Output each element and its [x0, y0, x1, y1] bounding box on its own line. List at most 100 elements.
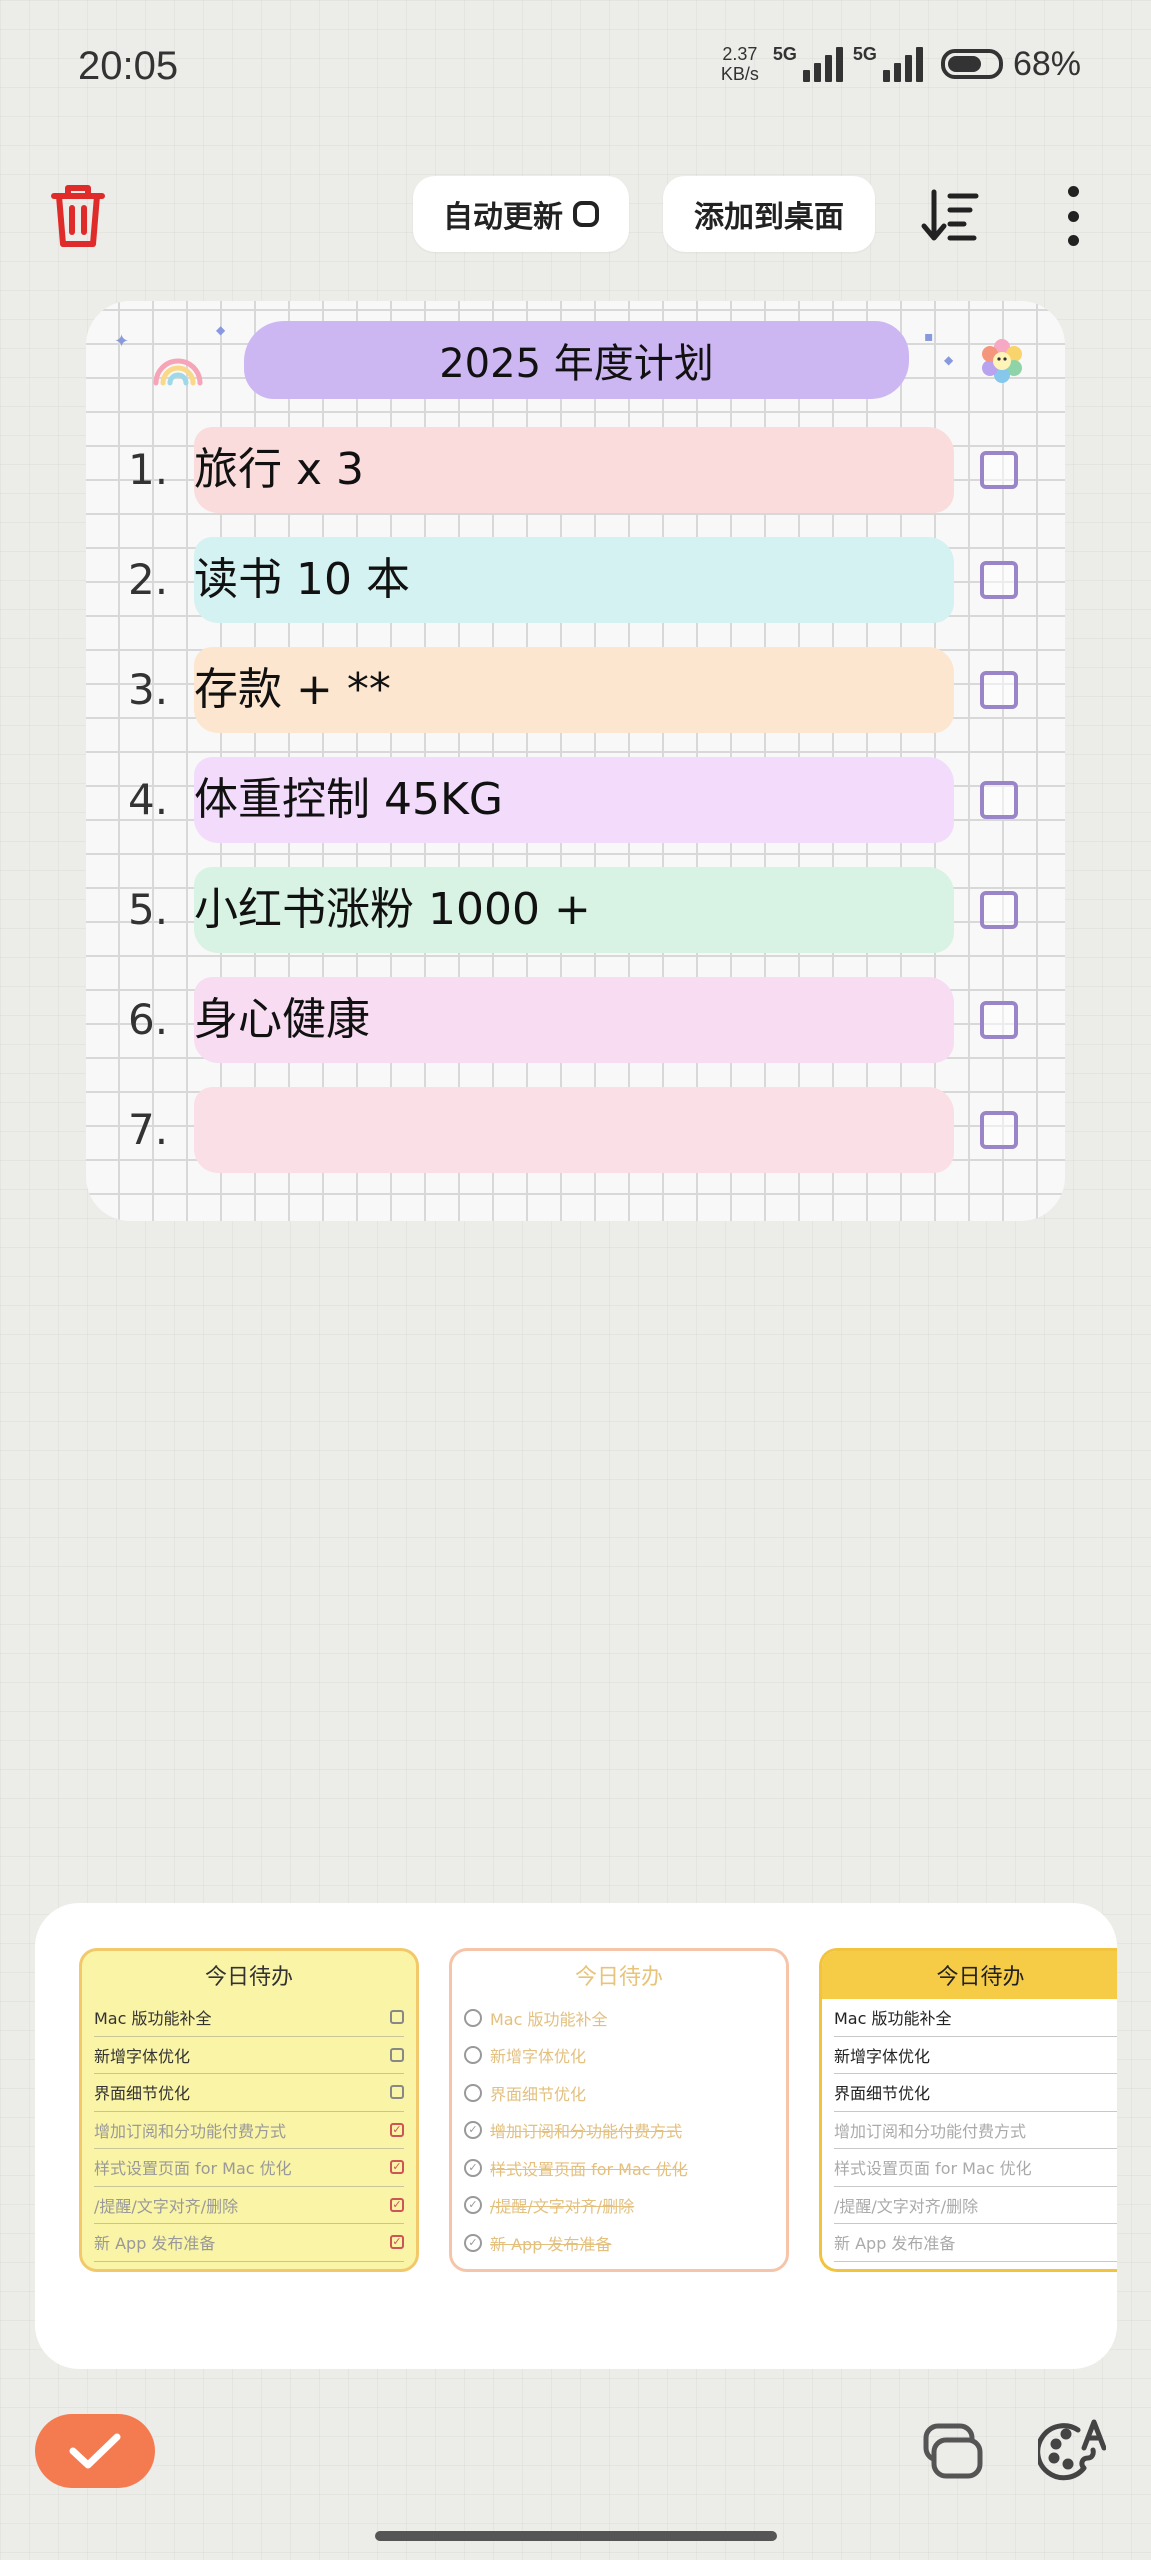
template-row: 新增字体优化 — [464, 2037, 774, 2075]
plan-item-checkbox[interactable] — [980, 891, 1018, 929]
home-indicator[interactable] — [375, 2531, 777, 2541]
template-row-text: Mac 版功能补全 — [94, 2009, 212, 2029]
template-row: 界面细节优化 — [834, 2074, 1117, 2112]
plan-item-text[interactable]: 体重控制 45KG — [194, 757, 503, 843]
template-row: ✓ 新 App 发布准备 — [464, 2224, 774, 2262]
plan-item-number: 2. — [128, 555, 169, 604]
sort-button[interactable] — [920, 186, 980, 246]
style-template-white[interactable]: 今日待办 Mac 版功能补全 新增字体优化 界面细节优化 ✓ 增加订阅和分功能付费方式 ✓… — [449, 1948, 789, 2272]
plan-item-checkbox[interactable] — [980, 781, 1018, 819]
template-row: 增加订阅和分功能付费方式 — [834, 2112, 1117, 2149]
style-template-yellow[interactable]: 今日待办 Mac 版功能补全 新增字体优化 界面细节优化 增加订阅和分功能付费方式 ✓ 样… — [79, 1948, 419, 2272]
delete-button[interactable] — [48, 180, 108, 252]
plan-item-checkbox[interactable] — [980, 561, 1018, 599]
plan-item[interactable]: 5. 小红书涨粉 1000 + — [86, 867, 1065, 953]
sparkle-icon: ◆ — [944, 353, 954, 367]
template-row: 新增字体优化 — [94, 2037, 404, 2074]
checked-box-icon: ✓ — [390, 2122, 404, 2137]
template-row: 界面细节优化 — [464, 2074, 774, 2112]
more-vertical-icon — [1067, 186, 1079, 197]
rainbow-icon — [153, 358, 203, 386]
sparkle-icon: ◆ — [216, 323, 226, 337]
checked-box-icon: ✓ — [390, 2160, 404, 2175]
template-row-text: 新 App 发布准备 — [94, 2234, 216, 2254]
template-row-text: 界面细节优化 — [490, 2084, 587, 2104]
checked-box-icon: ✓ — [390, 2197, 404, 2212]
signal-icon — [882, 46, 923, 82]
circle-icon — [464, 2046, 482, 2065]
plan-item-number: 7. — [128, 1105, 169, 1154]
network-type-2: 5G — [852, 44, 877, 64]
status-time: 20:05 — [78, 44, 179, 88]
style-template-gold-header[interactable]: 今日待办 Mac 版功能补全 新增字体优化 界面细节优化增加订阅和分功能付费方式样式… — [819, 1948, 1117, 2272]
template-row-text: 样式设置页面 for Mac 优化 — [490, 2159, 688, 2179]
plan-item-text[interactable]: 身心健康 — [194, 977, 370, 1063]
checked-circle-icon: ✓ — [464, 2196, 482, 2215]
plan-item-number: 1. — [128, 445, 169, 494]
template-row-text: 新增字体优化 — [834, 2046, 931, 2066]
plan-item-text[interactable]: 旅行 x 3 — [194, 427, 364, 513]
template-row-text: 样式设置页面 for Mac 优化 — [834, 2159, 1032, 2179]
template-row-text: /提醒/文字对齐/删除 — [834, 2196, 979, 2216]
template-row: Mac 版功能补全 — [94, 1999, 404, 2037]
plan-item-text[interactable]: 小红书涨粉 1000 + — [194, 867, 591, 953]
toolbar: 自动更新 添加到桌面 — [0, 172, 1151, 260]
plan-item-number: 5. — [128, 885, 169, 934]
plan-item[interactable]: 7. — [86, 1087, 1065, 1173]
plan-widget-card[interactable]: ✦ ◆ ▪ ◆ 2025 年度计划 1. 旅行 x 3 2. 读书 10 本 3. 存款 … — [86, 301, 1065, 1221]
checked-circle-icon: ✓ — [464, 2158, 482, 2177]
plan-item-checkbox[interactable] — [980, 1001, 1018, 1039]
battery-level-fill — [947, 56, 981, 72]
confirm-button[interactable] — [35, 2414, 155, 2488]
add-to-desktop-button[interactable]: 添加到桌面 — [663, 176, 875, 252]
network-speed-unit: KB/s — [720, 64, 759, 84]
battery-percent: 68% — [1012, 44, 1081, 83]
sparkle-icon: ▪ — [924, 329, 934, 345]
auto-update-toggle[interactable]: 自动更新 — [413, 176, 629, 252]
template-row: /提醒/文字对齐/删除 — [834, 2187, 1117, 2224]
palette-icon — [1035, 2419, 1107, 2481]
plan-item-text[interactable]: 存款 + ** — [194, 647, 391, 733]
template-row-text: Mac 版功能补全 — [834, 2009, 952, 2029]
template-row-text: 增加订阅和分功能付费方式 — [94, 2121, 287, 2141]
template-row: Mac 版功能补全 — [464, 1999, 774, 2037]
checked-circle-icon: ✓ — [464, 2233, 482, 2252]
template-row: 样式设置页面 for Mac 优化 ✓ — [94, 2149, 404, 2187]
plan-item[interactable]: 6. 身心健康 — [86, 977, 1065, 1063]
toggle-off-icon — [573, 201, 599, 227]
checked-box-icon: ✓ — [390, 2235, 404, 2250]
auto-update-label: 自动更新 — [443, 200, 563, 235]
plan-title: 2025 年度计划 — [439, 341, 714, 387]
plan-item-checkbox[interactable] — [980, 671, 1018, 709]
checkmark-icon — [69, 2433, 121, 2469]
template-title: 今日待办 — [822, 1951, 1117, 1999]
plan-item[interactable]: 1. 旅行 x 3 — [86, 427, 1065, 513]
template-row-text: 样式设置页面 for Mac 优化 — [94, 2159, 292, 2179]
template-row: 新 App 发布准备 ✓ — [94, 2224, 404, 2262]
network-type-1: 5G — [772, 44, 797, 64]
template-row-text: 新增字体优化 — [94, 2046, 191, 2066]
plan-item-checkbox[interactable] — [980, 1111, 1018, 1149]
template-row-text: 增加订阅和分功能付费方式 — [490, 2122, 683, 2142]
template-row-text: 界面细节优化 — [834, 2084, 931, 2104]
flower-icon — [982, 339, 1022, 383]
plan-item[interactable]: 2. 读书 10 本 — [86, 537, 1065, 623]
trash-icon — [51, 185, 105, 247]
style-picker-panel: 今日待办 Mac 版功能补全 新增字体优化 界面细节优化 增加订阅和分功能付费方式 ✓ 样… — [35, 1903, 1117, 2369]
plan-item-text[interactable]: 读书 10 本 — [194, 537, 410, 623]
template-row: ✓ /提醒/文字对齐/删除 — [464, 2187, 774, 2225]
template-row: 新增字体优化 — [834, 2037, 1117, 2074]
layers-button[interactable] — [922, 2420, 984, 2482]
plan-item[interactable]: 3. 存款 + ** — [86, 647, 1065, 733]
circle-icon — [464, 2008, 482, 2027]
network-speed: 2.37 KB/s — [717, 44, 763, 84]
more-options-button[interactable] — [1060, 186, 1086, 246]
plan-item-number: 4. — [128, 775, 169, 824]
checkbox-icon — [390, 2010, 404, 2025]
plan-item-highlight — [194, 1087, 954, 1173]
battery-icon — [940, 49, 1003, 79]
add-to-desktop-label: 添加到桌面 — [694, 200, 844, 235]
plan-item[interactable]: 4. 体重控制 45KG — [86, 757, 1065, 843]
palette-button[interactable] — [1035, 2418, 1107, 2484]
plan-item-checkbox[interactable] — [980, 451, 1018, 489]
